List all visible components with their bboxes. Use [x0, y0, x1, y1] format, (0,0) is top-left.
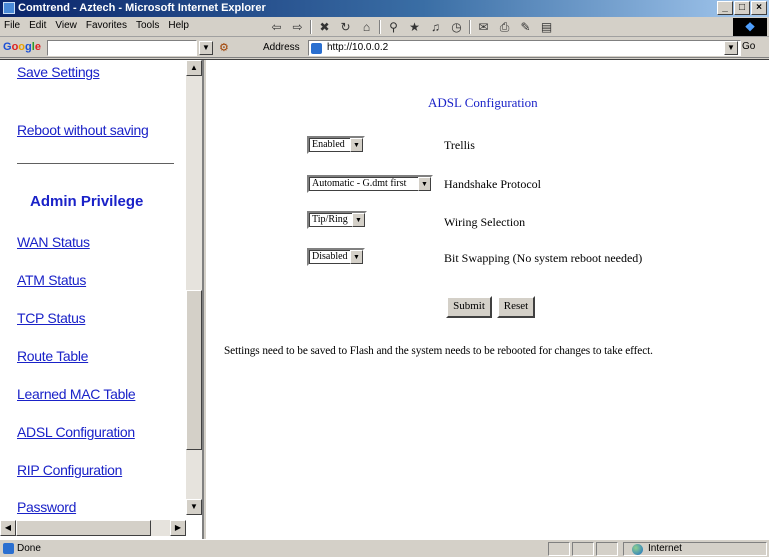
zone-label: Internet — [648, 543, 682, 554]
toolbar-separator — [379, 20, 381, 34]
bit-swapping-select[interactable]: Disabled ▼ — [307, 248, 365, 266]
scroll-down-icon[interactable]: ▼ — [186, 499, 202, 515]
atm-status-link[interactable]: ATM Status — [17, 272, 86, 288]
chevron-down-icon: ▼ — [352, 213, 365, 227]
handshake-protocol-label: Handshake Protocol — [444, 177, 541, 191]
reboot-without-saving-link[interactable]: Reboot without saving — [17, 122, 149, 138]
chevron-down-icon: ▼ — [418, 177, 431, 191]
window-controls: _ □ × — [717, 1, 767, 15]
nav-divider — [17, 163, 174, 164]
menu-edit[interactable]: Edit — [29, 20, 46, 31]
submit-button[interactable]: Submit — [446, 296, 492, 318]
learned-mac-table-link[interactable]: Learned MAC Table — [17, 386, 136, 402]
nav-frame: Save Settings Reboot without saving Admi… — [0, 60, 204, 539]
save-settings-link[interactable]: Save Settings — [17, 64, 100, 80]
page-done-icon — [3, 543, 14, 554]
favorites-icon[interactable]: ★ — [406, 19, 423, 35]
google-dropdown-icon[interactable]: ▼ — [199, 41, 213, 55]
scroll-left-icon[interactable]: ◀ — [0, 520, 16, 536]
browser-window: Comtrend - Aztech - Microsoft Internet E… — [0, 0, 769, 557]
maximize-button[interactable]: □ — [734, 1, 750, 15]
scroll-right-icon[interactable]: ▶ — [170, 520, 186, 536]
menu-view[interactable]: View — [55, 20, 77, 31]
status-pane — [596, 542, 618, 556]
tcp-status-link[interactable]: TCP Status — [17, 310, 86, 326]
menu-help[interactable]: Help — [168, 20, 189, 31]
wiring-selection-select[interactable]: Tip/Ring ▼ — [307, 211, 367, 229]
admin-privilege-heading: Admin Privilege — [30, 193, 144, 210]
rip-configuration-link[interactable]: RIP Configuration — [17, 462, 122, 478]
frameset: Save Settings Reboot without saving Admi… — [0, 59, 769, 539]
status-panes — [548, 542, 618, 556]
status-bar: Done Internet — [0, 539, 769, 557]
main-frame: ADSL Configuration Enabled ▼ Trellis Aut… — [206, 60, 769, 539]
address-label: Address — [263, 42, 300, 53]
password-link[interactable]: Password — [17, 499, 76, 515]
route-table-link[interactable]: Route Table — [17, 348, 88, 364]
wiring-selection-value: Tip/Ring — [312, 214, 348, 225]
forward-icon[interactable]: ⇨ — [289, 19, 306, 35]
address-dropdown-icon[interactable]: ▼ — [724, 41, 738, 55]
title-bar: Comtrend - Aztech - Microsoft Internet E… — [0, 0, 769, 17]
security-zone: Internet — [623, 542, 767, 556]
horizontal-scroll-thumb[interactable] — [16, 520, 151, 536]
google-logo[interactable]: Google — [3, 41, 41, 53]
handshake-protocol-value: Automatic - G.dmt first — [312, 178, 407, 189]
menu-bar: File Edit View Favorites Tools Help — [4, 20, 189, 31]
toolbar-separator — [469, 20, 471, 34]
window-title: Comtrend - Aztech - Microsoft Internet E… — [18, 2, 266, 14]
discuss-icon[interactable]: ▤ — [538, 19, 555, 35]
page-icon — [311, 43, 322, 54]
trellis-select[interactable]: Enabled ▼ — [307, 136, 365, 154]
close-button[interactable]: × — [751, 1, 767, 15]
menu-favorites[interactable]: Favorites — [86, 20, 127, 31]
handshake-protocol-select[interactable]: Automatic - G.dmt first ▼ — [307, 175, 433, 193]
toolbar-separator — [310, 20, 312, 34]
menu-toolbar-row: File Edit View Favorites Tools Help ⇦ ⇨ … — [0, 17, 769, 37]
mail-icon[interactable]: ✉ — [475, 19, 492, 35]
nav-vertical-scrollbar[interactable]: ▲ ▼ — [186, 60, 202, 515]
bit-swapping-label: Bit Swapping (No system reboot needed) — [444, 251, 643, 265]
chevron-down-icon: ▼ — [350, 250, 363, 264]
windows-logo-icon: ❖ — [733, 18, 767, 36]
scroll-up-icon[interactable]: ▲ — [186, 60, 202, 76]
status-text: Done — [17, 543, 41, 554]
google-search-icon[interactable]: ⚙ — [219, 41, 229, 54]
adsl-configuration-link[interactable]: ADSL Configuration — [17, 424, 135, 440]
back-icon[interactable]: ⇦ — [268, 19, 285, 35]
reset-button[interactable]: Reset — [497, 296, 535, 318]
edit-icon[interactable]: ✎ — [517, 19, 534, 35]
scroll-thumb[interactable] — [186, 290, 202, 450]
history-icon[interactable]: ◷ — [448, 19, 465, 35]
go-button[interactable]: Go — [742, 41, 755, 52]
page-title: ADSL Configuration — [428, 95, 538, 110]
globe-icon — [632, 544, 643, 555]
trellis-label: Trellis — [444, 138, 475, 152]
bit-swapping-value: Disabled — [312, 251, 348, 262]
home-icon[interactable]: ⌂ — [358, 19, 375, 35]
media-icon[interactable]: ♫ — [427, 19, 444, 35]
address-input[interactable]: http://10.0.0.2 — [308, 40, 741, 56]
reboot-notice: Settings need to be saved to Flash and t… — [224, 345, 653, 357]
stop-icon[interactable]: ✖ — [316, 19, 333, 35]
google-search-input[interactable] — [47, 40, 197, 56]
minimize-button[interactable]: _ — [717, 1, 733, 15]
print-icon[interactable]: ⎙ — [496, 19, 513, 35]
search-icon[interactable]: ⚲ — [385, 19, 402, 35]
chevron-down-icon: ▼ — [350, 138, 363, 152]
trellis-value: Enabled — [312, 139, 345, 150]
status-pane — [548, 542, 570, 556]
nav-horizontal-scrollbar[interactable]: ◀ ▶ — [0, 520, 186, 536]
menu-file[interactable]: File — [4, 20, 20, 31]
menu-tools[interactable]: Tools — [136, 20, 159, 31]
refresh-icon[interactable]: ↻ — [337, 19, 354, 35]
wan-status-link[interactable]: WAN Status — [17, 234, 90, 250]
google-address-row: Google ▼ ⚙ Address http://10.0.0.2 ▼ Go — [0, 38, 769, 58]
wiring-selection-label: Wiring Selection — [444, 215, 526, 229]
standard-toolbar: ⇦ ⇨ ✖ ↻ ⌂ ⚲ ★ ♫ ◷ ✉ ⎙ ✎ ▤ — [268, 18, 555, 36]
status-pane — [572, 542, 594, 556]
ie-icon — [3, 2, 15, 14]
